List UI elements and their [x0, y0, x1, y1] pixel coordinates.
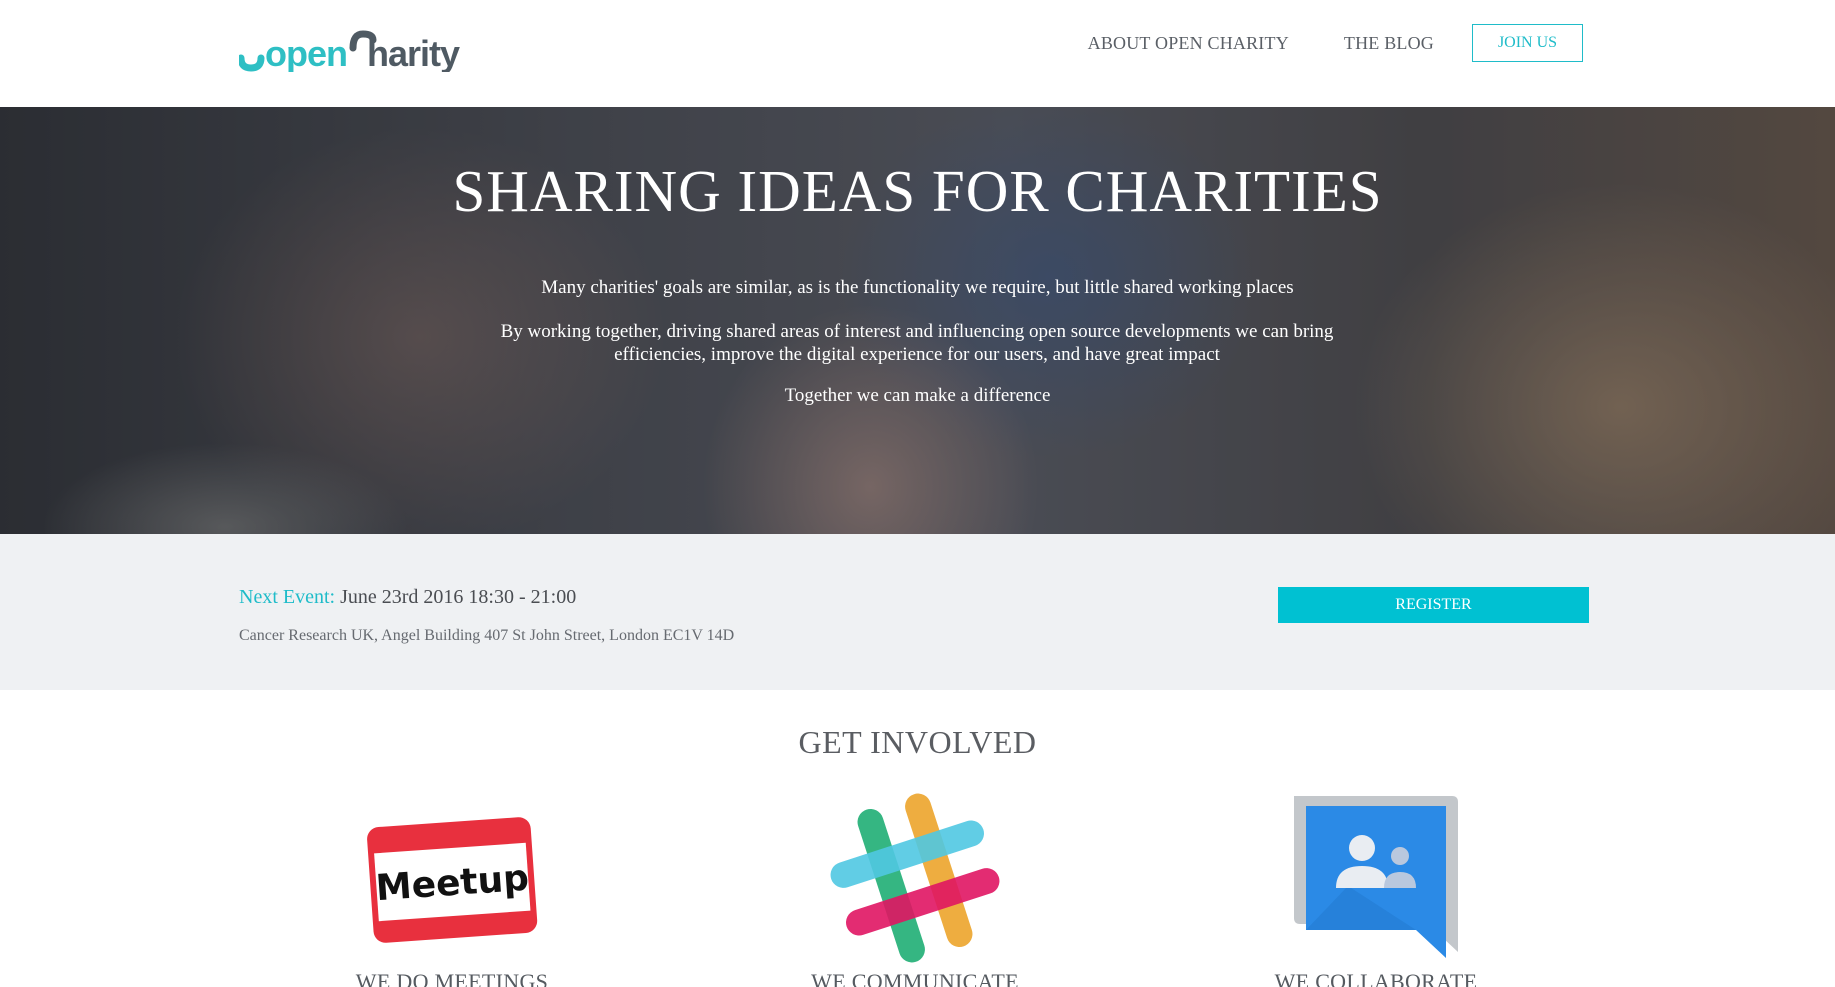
next-event-label: Next Event: — [239, 586, 336, 608]
meetings-caption: WE DO MEETINGS — [355, 969, 549, 987]
site-header: open harity ABOUT OPEN CHARITY THE BLOG … — [0, 0, 1835, 107]
register-button[interactable]: REGISTER — [1278, 587, 1589, 623]
meetings-card[interactable]: Meetup WE DO MEETINGS — [322, 790, 582, 987]
hero-paragraph-1: Many charities' goals are similar, as is… — [541, 277, 1294, 298]
nav-blog-link[interactable]: THE BLOG — [1344, 33, 1434, 54]
main-nav: ABOUT OPEN CHARITY THE BLOG JOIN US — [1088, 24, 1583, 62]
next-event-datetime: June 23rd 2016 18:30 - 21:00 — [340, 586, 577, 608]
google-groups-icon[interactable] — [1246, 790, 1506, 966]
hero-title: SHARING IDEAS FOR CHARITIES — [452, 158, 1383, 224]
next-event-address: Cancer Research UK, Angel Building 407 S… — [239, 627, 735, 644]
logo-mark-icon: open harity — [239, 30, 461, 72]
svg-text:open: open — [265, 33, 347, 72]
communicate-caption: WE COMMUNICATE — [811, 969, 1019, 987]
collaborate-caption: WE COLLABORATE — [1274, 969, 1478, 987]
open-charity-logo[interactable]: open harity — [239, 28, 465, 72]
hero-paragraph-2: By working together, driving shared area… — [500, 321, 1334, 365]
slack-icon[interactable] — [785, 790, 1045, 966]
collaborate-card[interactable]: WE COLLABORATE — [1246, 790, 1506, 987]
next-event-line: Next Event: June 23rd 2016 18:30 - 21:00 — [239, 586, 576, 609]
svg-text:harity: harity — [367, 33, 460, 72]
nav-about-link[interactable]: ABOUT OPEN CHARITY — [1088, 33, 1289, 54]
get-involved-title: GET INVOLVED — [798, 724, 1037, 760]
hero-banner: SHARING IDEAS FOR CHARITIES Many chariti… — [0, 107, 1835, 534]
next-event-band: Next Event: June 23rd 2016 18:30 - 21:00… — [0, 534, 1835, 690]
meetup-icon[interactable]: Meetup — [322, 790, 582, 966]
join-us-button[interactable]: JOIN US — [1472, 24, 1583, 62]
hero-paragraph-3: Together we can make a difference — [784, 385, 1051, 406]
communicate-card[interactable]: WE COMMUNICATE — [785, 790, 1045, 987]
